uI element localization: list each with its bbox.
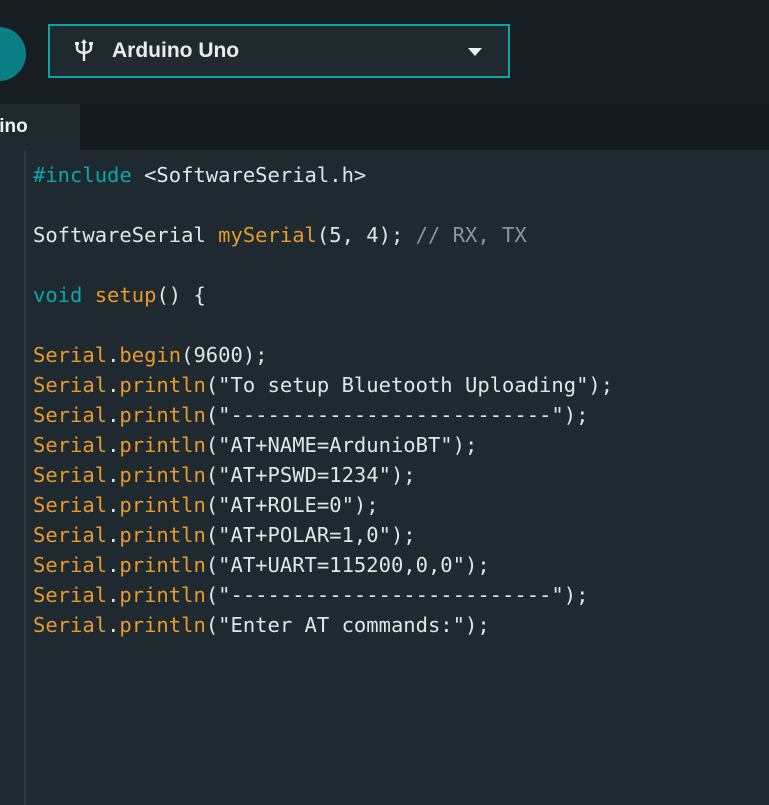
code-token: println bbox=[119, 433, 206, 457]
code-line: Serial.println("AT+ROLE=0"); bbox=[33, 490, 613, 520]
code-token: println bbox=[119, 403, 206, 427]
code-line: SoftwareSerial mySerial(5, 4); // RX, TX bbox=[33, 220, 613, 250]
code-token: . bbox=[107, 523, 120, 547]
code-token: Serial bbox=[33, 373, 108, 397]
code-token: println bbox=[119, 373, 206, 397]
code-token: println bbox=[119, 523, 206, 547]
code-token: ("Enter AT commands:"); bbox=[205, 613, 490, 637]
code-line: Serial.println("To setup Bluetooth Uploa… bbox=[33, 370, 613, 400]
gutter-divider bbox=[24, 150, 26, 805]
code-token: println bbox=[119, 463, 206, 487]
code-token: ("AT+NAME=ArdunioBT"); bbox=[205, 433, 478, 457]
code-content[interactable]: #include <SoftwareSerial.h> SoftwareSeri… bbox=[33, 160, 613, 640]
file-tabs: .ino bbox=[0, 104, 769, 150]
code-token: . bbox=[107, 343, 120, 367]
code-token: ("AT+PSWD=1234"); bbox=[205, 463, 416, 487]
code-token: Serial bbox=[33, 433, 108, 457]
code-token: . bbox=[107, 493, 120, 517]
code-line: Serial.println("Enter AT commands:"); bbox=[33, 610, 613, 640]
code-token: . bbox=[107, 433, 120, 457]
code-token: <SoftwareSerial.h> bbox=[144, 163, 367, 187]
code-token: println bbox=[119, 493, 206, 517]
code-token: mySerial bbox=[218, 223, 317, 247]
board-selector[interactable]: Arduino Uno bbox=[48, 24, 510, 78]
code-token: (5, 4); bbox=[316, 223, 416, 247]
usb-icon bbox=[74, 39, 94, 63]
code-token: Serial bbox=[33, 613, 108, 637]
code-token: Serial bbox=[33, 493, 108, 517]
tab-sketch-file[interactable]: .ino bbox=[0, 104, 80, 150]
code-token: Serial bbox=[33, 463, 108, 487]
code-token: () { bbox=[156, 283, 206, 307]
code-line: #include <SoftwareSerial.h> bbox=[33, 160, 613, 190]
code-token: begin bbox=[119, 343, 182, 367]
code-token: // RX, TX bbox=[415, 223, 527, 247]
code-token: SoftwareSerial bbox=[33, 223, 219, 247]
code-token: . bbox=[107, 583, 120, 607]
code-line: Serial.println("AT+PSWD=1234"); bbox=[33, 460, 613, 490]
code-line: void setup() { bbox=[33, 280, 613, 310]
code-line: Serial.begin(9600); bbox=[33, 340, 613, 370]
code-token: . bbox=[107, 373, 120, 397]
code-token: println bbox=[119, 553, 206, 577]
code-token: . bbox=[107, 613, 120, 637]
code-token: ("AT+UART=115200,0,0"); bbox=[205, 553, 490, 577]
code-token: Serial bbox=[33, 523, 108, 547]
code-token: . bbox=[107, 403, 120, 427]
code-token: . bbox=[107, 553, 120, 577]
verify-button[interactable] bbox=[0, 27, 26, 81]
arduino-ide-window: Arduino Uno .ino #include <SoftwareSeria… bbox=[0, 0, 769, 805]
code-line: Serial.println("------------------------… bbox=[33, 580, 613, 610]
tab-label: .ino bbox=[0, 116, 28, 137]
code-token: ("AT+ROLE=0"); bbox=[205, 493, 379, 517]
code-token: ("--------------------------"); bbox=[205, 403, 589, 427]
chevron-down-icon[interactable] bbox=[468, 48, 482, 56]
code-token: ("--------------------------"); bbox=[205, 583, 589, 607]
code-line: Serial.println("AT+POLAR=1,0"); bbox=[33, 520, 613, 550]
code-token: (9600); bbox=[181, 343, 268, 367]
board-name: Arduino Uno bbox=[112, 39, 240, 62]
code-token: . bbox=[107, 463, 120, 487]
code-token: ("AT+POLAR=1,0"); bbox=[205, 523, 416, 547]
code-token: #include bbox=[33, 163, 145, 187]
code-token: Serial bbox=[33, 583, 108, 607]
code-editor[interactable]: #include <SoftwareSerial.h> SoftwareSeri… bbox=[0, 150, 769, 805]
code-token: Serial bbox=[33, 343, 108, 367]
toolbar: Arduino Uno bbox=[0, 0, 769, 104]
code-token: ("To setup Bluetooth Uploading"); bbox=[205, 373, 614, 397]
code-token: println bbox=[119, 613, 206, 637]
code-line: Serial.println("AT+UART=115200,0,0"); bbox=[33, 550, 613, 580]
code-line: Serial.println("------------------------… bbox=[33, 400, 613, 430]
code-token: void bbox=[33, 283, 95, 307]
code-token: Serial bbox=[33, 403, 108, 427]
code-token: Serial bbox=[33, 553, 108, 577]
code-line: Serial.println("AT+NAME=ArdunioBT"); bbox=[33, 430, 613, 460]
code-token: println bbox=[119, 583, 206, 607]
code-token: setup bbox=[94, 283, 157, 307]
